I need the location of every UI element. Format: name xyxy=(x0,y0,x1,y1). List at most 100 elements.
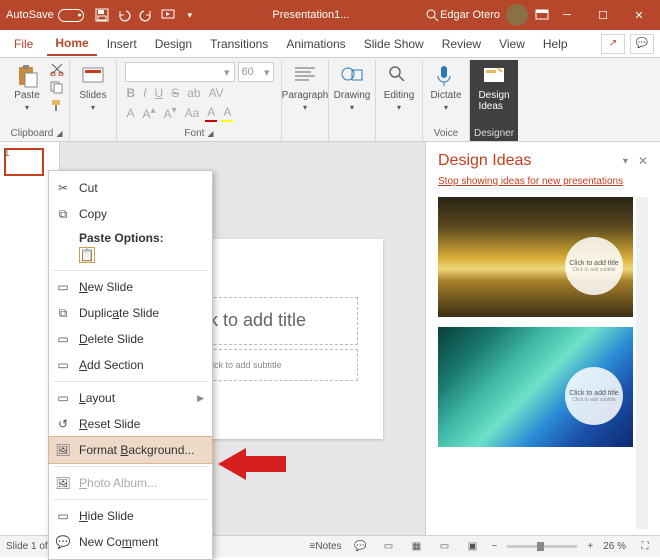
reset-icon: ↺ xyxy=(55,416,71,432)
designer-label: Designer xyxy=(474,128,514,139)
sorter-view-icon[interactable]: ▦ xyxy=(408,540,426,554)
start-slideshow-icon[interactable] xyxy=(160,7,176,23)
slides-icon xyxy=(81,64,105,88)
user-account[interactable]: Edgar Otero xyxy=(440,4,528,26)
tab-home[interactable]: Home xyxy=(47,32,96,56)
voice-label: Voice xyxy=(434,128,458,139)
avatar xyxy=(506,4,528,26)
dictate-button[interactable]: Dictate▾ xyxy=(427,62,465,112)
slides-label: Slides xyxy=(79,90,106,101)
tab-insert[interactable]: Insert xyxy=(99,33,145,55)
zoom-in-icon[interactable]: + xyxy=(587,541,593,552)
drawing-button[interactable]: Drawing▾ xyxy=(333,62,371,112)
cm-delete-slide[interactable]: ▭Delete Slide xyxy=(49,326,212,352)
cm-new-slide[interactable]: ▭New Slide xyxy=(49,274,212,300)
comments-icon[interactable]: 💬 xyxy=(630,34,654,54)
duplicate-icon: ⧉ xyxy=(55,305,71,321)
tab-help[interactable]: Help xyxy=(535,33,576,55)
ribbon-display-icon[interactable] xyxy=(534,7,550,23)
slide-thumbnail-1[interactable] xyxy=(4,148,44,176)
reading-view-icon[interactable]: ▭ xyxy=(436,540,454,554)
cm-new-comment[interactable]: 💬New Comment xyxy=(49,529,212,555)
cm-layout[interactable]: ▭Layout▶ xyxy=(49,385,212,411)
notes-button[interactable]: ≡Notes xyxy=(310,541,342,552)
cm-reset-slide[interactable]: ↺Reset Slide xyxy=(49,411,212,437)
design-ideas-button[interactable]: DesignIdeas xyxy=(475,62,513,112)
close-button[interactable]: ✕ xyxy=(622,0,656,30)
tab-animations[interactable]: Animations xyxy=(278,33,353,55)
save-icon[interactable] xyxy=(94,7,110,23)
clear-format-button[interactable]: A xyxy=(125,105,137,121)
shadow-button[interactable]: ab xyxy=(185,85,202,101)
design-suggestion-2[interactable]: Click to add titleClick to add subtitle xyxy=(438,327,633,447)
zoom-slider[interactable] xyxy=(507,545,577,548)
context-menu: ✂Cut ⧉Copy Paste Options: 📋 ▭New Slide ⧉… xyxy=(48,170,213,560)
scrollbar-thumb[interactable] xyxy=(637,197,647,267)
font-size-combo[interactable]: 60▾ xyxy=(238,62,274,82)
format-bg-icon: 🖼 xyxy=(55,442,71,458)
chevron-down-icon[interactable]: ▾ xyxy=(623,156,628,167)
zoom-out-icon[interactable]: − xyxy=(492,541,498,552)
fit-to-window-icon[interactable]: ⛶ xyxy=(636,540,654,554)
cm-add-section[interactable]: ▭Add Section xyxy=(49,352,212,378)
paste-button[interactable]: Paste ▾ xyxy=(8,62,46,112)
decrease-font-button[interactable]: A▾ xyxy=(162,104,179,122)
tab-slideshow[interactable]: Slide Show xyxy=(356,33,432,55)
paste-label: Paste xyxy=(14,90,40,101)
underline-button[interactable]: U xyxy=(153,85,166,101)
change-case-button[interactable]: Aa xyxy=(183,105,202,121)
paste-options-label: Paste Options: xyxy=(49,227,212,245)
paragraph-button[interactable]: Paragraph▾ xyxy=(286,62,324,112)
redo-icon[interactable] xyxy=(138,7,154,23)
tab-view[interactable]: View xyxy=(491,33,533,55)
font-color-button[interactable]: A xyxy=(205,104,217,122)
highlight-button[interactable]: A xyxy=(221,104,233,122)
group-designer: DesignIdeas Designer xyxy=(469,60,518,141)
cut-icon[interactable] xyxy=(49,62,65,76)
strike-button[interactable]: S xyxy=(169,85,181,101)
search-icon[interactable] xyxy=(424,7,440,23)
clipboard-label: Clipboard xyxy=(11,128,54,139)
slideshow-view-icon[interactable]: ▣ xyxy=(464,540,482,554)
normal-view-icon[interactable]: ▭ xyxy=(380,540,398,554)
close-pane-icon[interactable]: ✕ xyxy=(638,154,648,168)
cm-cut[interactable]: ✂Cut xyxy=(49,175,212,201)
user-name: Edgar Otero xyxy=(440,9,500,21)
comments-icon[interactable]: 💬 xyxy=(352,540,370,554)
font-name-combo[interactable]: ▾ xyxy=(125,62,235,82)
format-painter-icon[interactable] xyxy=(49,98,65,112)
tab-file[interactable]: File xyxy=(6,33,41,55)
design-suggestion-3[interactable] xyxy=(438,457,633,529)
autosave-toggle[interactable]: AutoSave ● xyxy=(6,9,84,22)
new-slide-icon: ▭ xyxy=(55,279,71,295)
zoom-level[interactable]: 26 % xyxy=(603,541,626,552)
minimize-button[interactable]: ─ xyxy=(550,0,584,30)
group-editing: Editing▾ xyxy=(375,60,422,141)
design-suggestion-1[interactable]: Click to add titleClick to add subtitle xyxy=(438,197,633,317)
copy-icon[interactable] xyxy=(49,80,65,94)
slide-number: 1 xyxy=(4,148,10,159)
slides-button[interactable]: Slides ▾ xyxy=(74,62,112,112)
maximize-button[interactable]: ☐ xyxy=(586,0,620,30)
cm-duplicate-slide[interactable]: ⧉Duplicate Slide xyxy=(49,300,212,326)
dialog-launcher-icon[interactable]: ◢ xyxy=(207,129,213,138)
share-icon[interactable]: ↗ xyxy=(601,34,625,54)
ribbon: Paste ▾ Clipboard◢ Slides ▾ ▾ 60▾ xyxy=(0,58,660,142)
tab-transitions[interactable]: Transitions xyxy=(202,33,276,55)
tab-design[interactable]: Design xyxy=(147,33,200,55)
increase-font-button[interactable]: A▴ xyxy=(141,104,158,122)
editing-button[interactable]: Editing▾ xyxy=(380,62,418,112)
paste-option-icon[interactable]: 📋 xyxy=(79,247,95,263)
tab-review[interactable]: Review xyxy=(434,33,489,55)
cm-format-background[interactable]: 🖼Format Background... xyxy=(49,437,212,463)
italic-button[interactable]: I xyxy=(141,85,148,101)
undo-icon[interactable] xyxy=(116,7,132,23)
dialog-launcher-icon[interactable]: ◢ xyxy=(56,129,62,138)
qat-dropdown-icon[interactable]: ▾ xyxy=(182,7,198,23)
cm-copy[interactable]: ⧉Copy xyxy=(49,201,212,227)
group-drawing: Drawing▾ xyxy=(328,60,375,141)
stop-showing-link[interactable]: Stop showing ideas for new presentations xyxy=(438,176,648,187)
char-spacing-button[interactable]: AV xyxy=(207,85,226,101)
cm-hide-slide[interactable]: ▭Hide Slide xyxy=(49,503,212,529)
bold-button[interactable]: B xyxy=(125,85,138,101)
